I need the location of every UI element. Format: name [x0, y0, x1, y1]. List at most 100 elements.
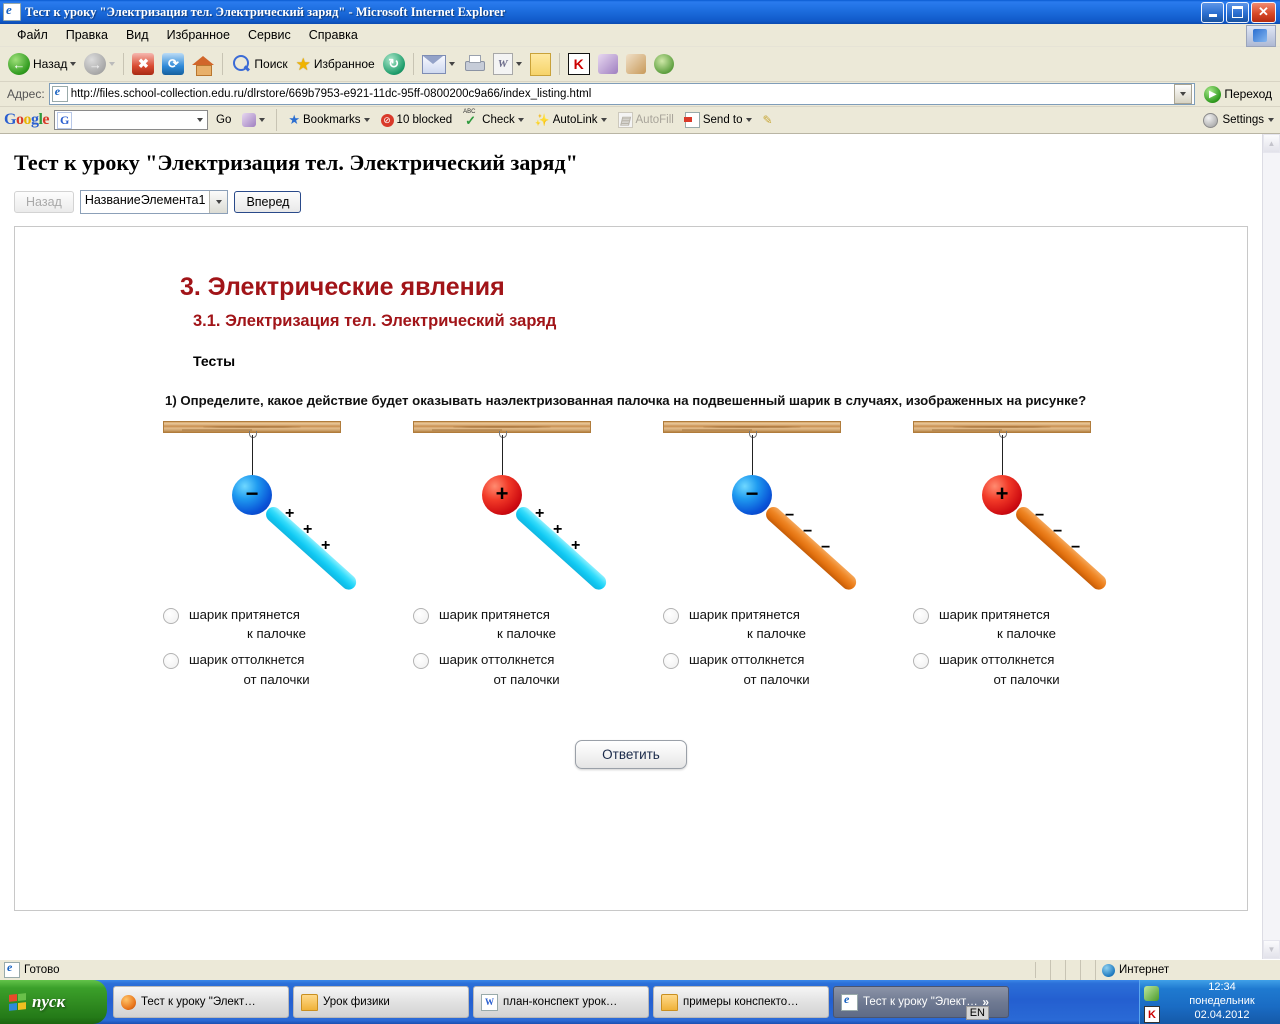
tests-label: Тесты	[193, 353, 236, 369]
sendto-dropdown-icon[interactable]	[745, 118, 752, 122]
radio-button[interactable]	[163, 653, 179, 670]
menu-item-view[interactable]: Вид	[117, 26, 158, 44]
string	[751, 435, 753, 478]
toolbar-separator	[123, 53, 125, 75]
language-indicator[interactable]: EN	[965, 1006, 989, 1020]
stop-button[interactable]: ✖	[129, 49, 157, 79]
string	[1001, 435, 1003, 478]
radio-button[interactable]	[413, 608, 429, 625]
google-settings-button[interactable]: Settings	[1203, 112, 1274, 128]
answer-option-repel[interactable]: шарик оттолкнется от палочки	[163, 650, 413, 688]
radio-button[interactable]	[413, 653, 429, 670]
menu-item-favorites[interactable]: Избранное	[158, 26, 239, 44]
radio-button[interactable]	[913, 653, 929, 670]
addon-messenger-button[interactable]	[651, 49, 677, 79]
kaspersky-button[interactable]: K	[565, 49, 593, 79]
rod-charge-2: +	[303, 521, 313, 539]
addon-translate-button[interactable]	[595, 49, 621, 79]
bookmarks-dropdown-icon[interactable]	[363, 118, 370, 122]
start-button[interactable]: пуск	[0, 980, 107, 1024]
rod-charge-1: −	[1035, 507, 1045, 525]
address-label: Адрес:	[7, 87, 45, 101]
favorites-button[interactable]: ★ Избранное	[293, 49, 378, 79]
google-sendto-button[interactable]: Send to	[682, 112, 755, 128]
mail-dropdown-icon[interactable]	[448, 62, 455, 66]
google-settings-label: Settings	[1222, 114, 1264, 126]
answer-label: шарик притянется к палочке	[689, 607, 806, 642]
refresh-button[interactable]: ⟳	[159, 49, 187, 79]
close-button[interactable]: ✕	[1251, 1, 1276, 23]
answer-option-attract[interactable]: шарик притянется к палочке	[663, 605, 913, 643]
menu-item-help[interactable]: Справка	[300, 26, 367, 44]
google-highlight-button[interactable]	[239, 113, 268, 127]
google-go-button[interactable]: Go	[213, 114, 234, 126]
address-dropdown-icon[interactable]	[1174, 84, 1193, 104]
highlight-dropdown-icon[interactable]	[259, 118, 266, 122]
google-search-dropdown-icon[interactable]	[197, 118, 204, 122]
back-button[interactable]: ← Назад	[5, 49, 79, 79]
favorites-button-label: Избранное	[313, 57, 375, 71]
radio-button[interactable]	[663, 608, 679, 625]
clock-day: понедельник	[1189, 995, 1255, 1008]
settings-dropdown-icon[interactable]	[1268, 118, 1274, 122]
edit-word-button[interactable]: W	[490, 49, 525, 79]
radio-button[interactable]	[913, 608, 929, 625]
answer-option-attract[interactable]: шарик притянется к палочке	[413, 605, 663, 643]
history-button[interactable]: ↻	[380, 49, 408, 79]
taskbar-item-firefox[interactable]: Тест к уроку "Элект…	[113, 986, 289, 1018]
google-spellcheck-button[interactable]: Check	[460, 109, 527, 129]
string	[251, 435, 253, 478]
charged-ball: +	[482, 475, 522, 516]
address-input[interactable]: http://files.school-collection.edu.ru/dl…	[48, 83, 1196, 105]
google-autolink-button[interactable]: ✨ AutoLink	[532, 113, 610, 127]
answer-option-repel[interactable]: шарик оттолкнется от палочки	[913, 650, 1163, 688]
search-button[interactable]: Поиск	[228, 49, 290, 79]
ie-brand-logo	[1246, 25, 1276, 47]
page-forward-button[interactable]: Вперед	[234, 191, 302, 213]
restore-button[interactable]	[1226, 1, 1249, 23]
autolink-dropdown-icon[interactable]	[600, 118, 607, 122]
scroll-down-button[interactable]: ▼	[1263, 940, 1280, 959]
notes-button[interactable]	[527, 49, 554, 79]
radio-button[interactable]	[163, 608, 179, 625]
radio-button[interactable]	[663, 653, 679, 670]
home-button[interactable]	[189, 49, 217, 79]
status-cell	[1081, 960, 1096, 980]
google-popup-blocker[interactable]: ⊘ 10 blocked	[378, 113, 456, 127]
print-button[interactable]	[460, 49, 488, 79]
go-button[interactable]: ▶ Переход	[1199, 85, 1277, 103]
answer-label: шарик оттолкнется от палочки	[939, 652, 1060, 687]
google-search-input[interactable]: G	[54, 110, 209, 130]
page-title: Тест к уроку "Электризация тел. Электрич…	[14, 150, 578, 175]
answer-option-repel[interactable]: шарик оттолкнется от палочки	[663, 650, 913, 688]
vertical-scrollbar[interactable]: ▲ ▼	[1262, 134, 1280, 959]
scroll-up-button[interactable]: ▲	[1263, 134, 1280, 153]
taskbar-item-label: Тест к уроку "Элект…	[863, 996, 978, 1008]
title-bar: Тест к уроку "Электризация тел. Электрич…	[0, 0, 1280, 24]
back-dropdown-icon[interactable]	[70, 62, 77, 66]
chapter-heading: 3. Электрические явления	[180, 273, 505, 301]
mail-button[interactable]	[419, 49, 458, 79]
submit-button[interactable]: Ответить	[575, 739, 687, 769]
element-select[interactable]: НазваниеЭлемента1	[79, 190, 229, 214]
google-pencil-button[interactable]: ✎	[760, 113, 776, 127]
menu-item-edit[interactable]: Правка	[57, 26, 117, 44]
taskbar-item-folder-examples[interactable]: примеры конспекто…	[653, 986, 829, 1018]
chevron-down-icon[interactable]	[209, 191, 228, 213]
taskbar-item-folder-physics[interactable]: Урок физики	[293, 986, 469, 1018]
menu-item-file[interactable]: Файл	[8, 26, 57, 44]
kaspersky-tray-icon[interactable]: K	[1144, 1006, 1160, 1023]
answer-option-attract[interactable]: шарик притянется к палочке	[913, 605, 1163, 643]
addon-dictionary-button[interactable]	[623, 49, 649, 79]
menu-item-tools[interactable]: Сервис	[239, 26, 300, 44]
answer-option-attract[interactable]: шарик притянется к палочке	[163, 605, 413, 643]
answer-label: шарик оттолкнется от палочки	[689, 652, 810, 687]
taskbar-item-word-doc[interactable]: W план-конспект урок…	[473, 986, 649, 1018]
network-icon[interactable]	[1144, 986, 1159, 1001]
check-dropdown-icon[interactable]	[517, 118, 524, 122]
edit-dropdown-icon[interactable]	[515, 62, 522, 66]
status-page-icon	[4, 960, 20, 978]
google-bookmarks-button[interactable]: ★ Bookmarks	[285, 112, 372, 128]
minimize-button[interactable]	[1201, 1, 1224, 23]
answer-option-repel[interactable]: шарик оттолкнется от палочки	[413, 650, 663, 688]
